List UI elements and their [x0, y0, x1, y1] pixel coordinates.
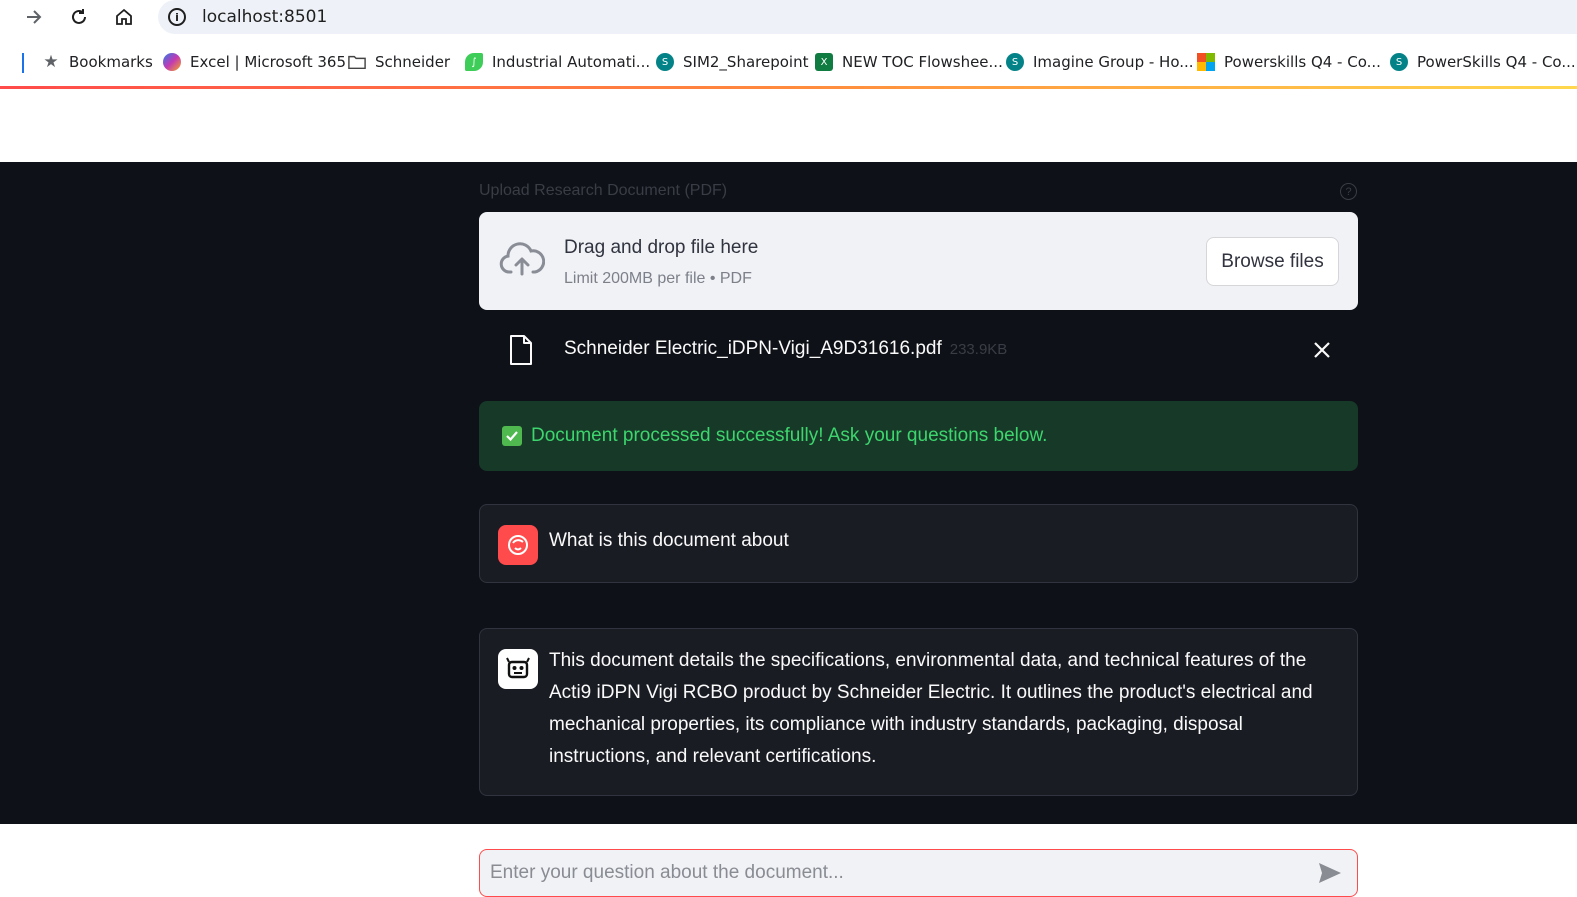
microsoft-icon [1197, 53, 1215, 71]
upload-label: Upload Research Document (PDF) [479, 182, 728, 199]
header-decoration [0, 86, 1577, 89]
sharepoint-icon: S [1006, 53, 1024, 71]
bookmark-item[interactable]: ★ Bookmarks [42, 52, 153, 72]
file-name-text: Schneider Electric_iDPN-Vigi_A9D31616.pd… [564, 338, 942, 359]
bookmark-label: Excel | Microsoft 365 [190, 53, 346, 71]
bookmark-item[interactable]: ∫ Industrial Automati... [465, 53, 650, 71]
sharepoint-icon: S [1390, 53, 1408, 71]
copilot-icon [163, 53, 181, 71]
bookmark-label: PowerSkills Q4 - Co... [1417, 53, 1576, 71]
bookmark-item[interactable]: Excel | Microsoft 365 [163, 53, 346, 71]
schneider-leaf-icon: ∫ [465, 53, 483, 71]
url-text: localhost:8501 [202, 7, 328, 27]
success-message: Document processed successfully! Ask you… [531, 425, 1048, 446]
chat-input[interactable] [490, 852, 1300, 894]
bookmark-label: NEW TOC Flowshee... [842, 53, 1003, 71]
bookmark-item[interactable]: S SIM2_Sharepoint [656, 53, 808, 71]
chat-input-container [479, 849, 1358, 897]
excel-icon: X [815, 53, 833, 71]
bookmark-item[interactable]: S Imagine Group - Ho... [1006, 53, 1194, 71]
assistant-message-text: This document details the specifications… [549, 650, 1313, 767]
file-dropzone[interactable]: Drag and drop file here Limit 200MB per … [479, 212, 1358, 310]
user-message-text: What is this document about [549, 530, 789, 551]
address-bar[interactable]: i localhost:8501 [158, 0, 1577, 34]
file-name: Schneider Electric_iDPN-Vigi_A9D31616.pd… [564, 338, 1007, 360]
folder-icon [348, 53, 366, 71]
dropzone-subtitle: Limit 200MB per file • PDF [564, 270, 752, 287]
site-info-icon[interactable]: i [168, 8, 186, 26]
bookmark-item[interactable]: Schneider [348, 53, 450, 71]
bookmark-label: SIM2_Sharepoint [683, 53, 809, 71]
cloud-upload-icon [499, 242, 546, 283]
forward-icon[interactable] [20, 4, 48, 30]
separator [22, 53, 24, 73]
bookmark-label: Imagine Group - Ho... [1033, 53, 1194, 71]
bookmark-item[interactable]: Powerskills Q4 - Co... [1197, 53, 1381, 71]
bookmark-label: Industrial Automati... [492, 53, 651, 71]
bookmark-item[interactable]: X NEW TOC Flowshee... [815, 53, 1003, 71]
check-icon [502, 426, 522, 446]
bookmark-label: Powerskills Q4 - Co... [1224, 53, 1381, 71]
success-alert: Document processed successfully! Ask you… [479, 401, 1358, 471]
bookmark-item[interactable]: S PowerSkills Q4 - Co... [1390, 53, 1576, 71]
reload-icon[interactable] [65, 4, 93, 30]
browse-files-button[interactable]: Browse files [1206, 237, 1339, 286]
user-chat-message: What is this document about [479, 504, 1358, 583]
sharepoint-icon: S [656, 53, 674, 71]
bookmarks-bar: ★ Bookmarks Excel | Microsoft 365 Schnei… [0, 40, 1577, 86]
browser-toolbar: i localhost:8501 [0, 0, 1577, 37]
file-size: 233.9KB [949, 341, 1008, 358]
uploaded-file: Schneider Electric_iDPN-Vigi_A9D31616.pd… [479, 330, 1358, 370]
file-icon [509, 334, 533, 371]
bot-avatar-icon [498, 649, 538, 689]
bookmark-label: Bookmarks [69, 53, 153, 71]
bookmark-label: Schneider [375, 53, 451, 71]
assistant-chat-message: This document details the specifications… [479, 628, 1358, 796]
user-avatar-icon [498, 525, 538, 565]
apps-icon[interactable] [0, 53, 4, 71]
dropzone-title: Drag and drop file here [564, 237, 759, 258]
star-icon: ★ [43, 52, 59, 72]
home-icon[interactable] [110, 4, 138, 30]
help-icon[interactable]: ? [1340, 183, 1357, 200]
close-icon[interactable] [1311, 339, 1333, 361]
send-icon[interactable] [1318, 862, 1342, 889]
